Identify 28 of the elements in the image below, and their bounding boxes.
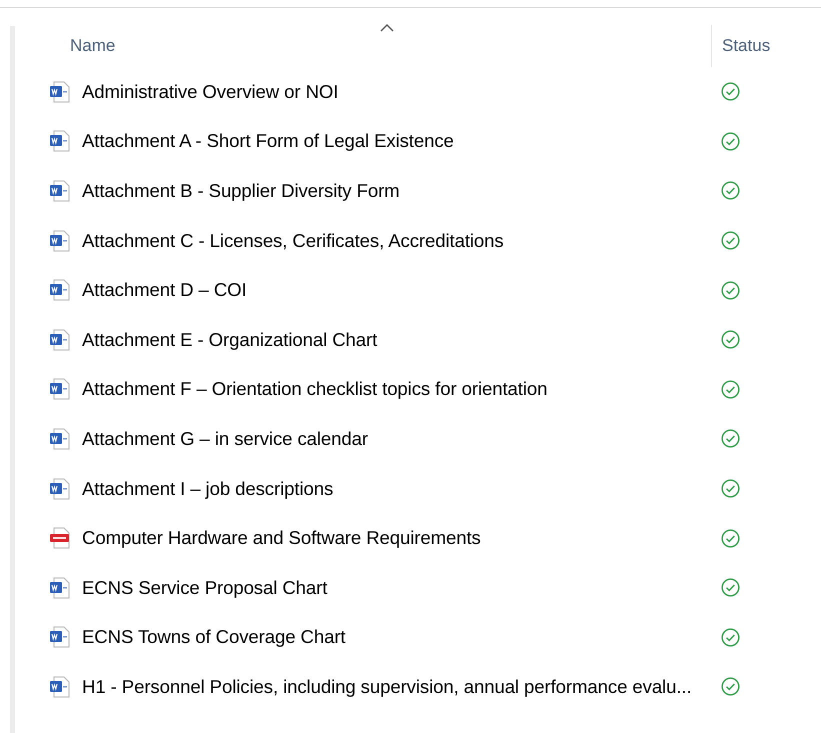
word-document-icon: [49, 676, 71, 698]
file-name[interactable]: Computer Hardware and Software Requirements: [82, 527, 481, 550]
file-name[interactable]: Attachment D – COI: [82, 279, 247, 302]
file-name[interactable]: Attachment A - Short Form of Legal Existence: [82, 130, 454, 152]
file-name[interactable]: Attachment F – Orientation checklist topics for orientation: [82, 378, 548, 400]
file-name[interactable]: Attachment B - Supplier Diversity Form: [82, 180, 400, 202]
pdf-document-icon: [49, 527, 71, 550]
word-document-icon: [49, 180, 71, 202]
word-document-icon: [49, 328, 71, 351]
file-name[interactable]: ECNS Towns of Coverage Chart: [82, 626, 346, 648]
word-document-icon: [49, 130, 71, 152]
word-document-icon: [49, 80, 71, 103]
file-name[interactable]: ECNS Service Proposal Chart: [82, 576, 328, 599]
file-name[interactable]: Administrative Overview or NOI: [82, 80, 338, 103]
word-document-icon: [49, 576, 71, 599]
file-name[interactable]: Attachment C - Licenses, Cerificates, Accreditations: [82, 230, 504, 252]
word-document-icon: [49, 478, 71, 500]
word-document-icon: [49, 279, 71, 302]
word-document-icon: [49, 230, 71, 252]
file-name[interactable]: Attachment G – in service calendar: [82, 428, 368, 450]
column-header[interactable]: Status: [722, 36, 770, 56]
column-header[interactable]: Name: [70, 36, 116, 56]
file-name[interactable]: H1 - Personnel Policies, including supervision, annual performance evalu...: [82, 676, 692, 698]
file-name[interactable]: Attachment I – job descriptions: [82, 478, 334, 500]
word-document-icon: [49, 626, 71, 648]
file-name[interactable]: Attachment E - Organizational Chart: [82, 328, 378, 351]
word-document-icon: [49, 428, 71, 450]
word-document-icon: [49, 378, 71, 400]
